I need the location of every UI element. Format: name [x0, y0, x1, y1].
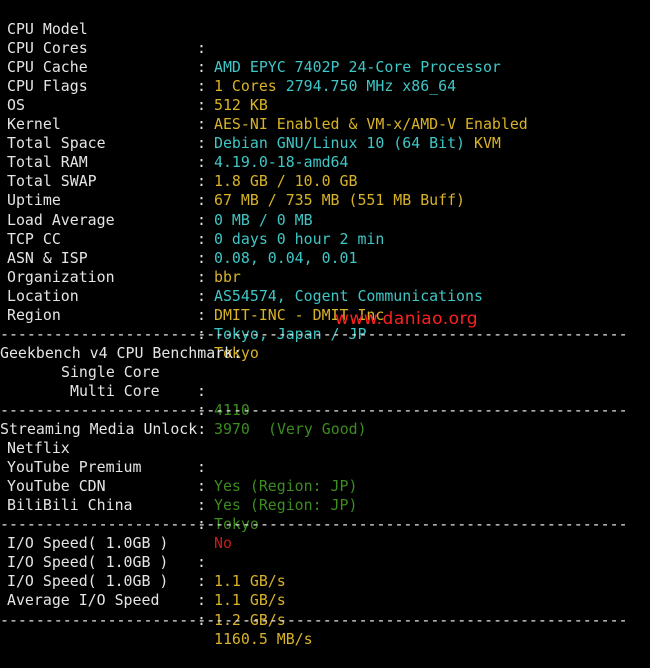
info-row-os: OS : Debian GNU/Linux 10 (64 Bit) KVM — [0, 77, 650, 152]
io-row: I/O Speed( 1.0GB ) : 1.2 GB/s — [0, 553, 650, 628]
streaming-row-youtube-cdn: YouTube CDN : Tokyo — [0, 458, 650, 533]
divider-text: ----------------------------------------… — [0, 610, 628, 629]
info-row-load-average: Load Average : 0.08, 0.04, 0.01 — [0, 191, 650, 267]
info-row-cpu-cache: CPU Cache : 512 KB — [0, 39, 650, 114]
streaming-row-youtube-premium: YouTube Premium : Yes (Region: JP) — [0, 439, 650, 514]
info-row-region: Region : Tokyo — [0, 287, 650, 362]
geekbench-single-row: Single Core : 4110 (Very Good) — [0, 344, 650, 438]
divider: ----------------------------------------… — [0, 496, 650, 533]
divider: ----------------------------------------… — [0, 591, 650, 629]
geekbench-section: Geekbench v4 CPU Benchmark: Single Core … — [0, 325, 650, 438]
io-row-average: Average I/O Speed : 1160.5 MB/s — [0, 572, 650, 647]
geekbench-title-row: Geekbench v4 CPU Benchmark: — [0, 325, 650, 362]
watermark-text: www.daniao.org — [335, 309, 479, 329]
info-row-tcp-cc: TCP CC : bbr — [0, 211, 650, 286]
info-row-asn-isp: ASN & ISP : AS54574, Cogent Communicatio… — [0, 230, 650, 305]
info-row-cpu-flags: CPU Flags : AES-NI Enabled & VM-x/AMD-V … — [0, 58, 650, 133]
info-row-cpu-cores: CPU Cores : 1 Cores 2794.750 MHz x86_64 — [0, 20, 650, 95]
io-section: I/O Speed( 1.0GB ) : 1.1 GB/s I/O Speed(… — [0, 515, 650, 647]
io-row: I/O Speed( 1.0GB ) : 1.1 GB/s — [0, 534, 650, 609]
info-row-kernel: Kernel : 4.19.0-18-amd64 — [0, 96, 650, 171]
terminal-output[interactable]: CPU Model : AMD EPYC 7402P 24-Core Proce… — [0, 1, 650, 648]
info-row-total-space: Total Space : 1.8 GB / 10.0 GB — [0, 115, 650, 190]
info-row-total-swap: Total SWAP : 0 MB / 0 MB — [0, 153, 650, 228]
info-row-location: Location : Tokyo, Japan / JP — [0, 268, 650, 343]
info-row-organization: Organization : DMIT-INC - DMIT Inc — [0, 249, 650, 324]
io-value: 1160.5 MB/s — [214, 629, 313, 648]
streaming-title-row: Streaming Media Unlock: — [0, 401, 650, 438]
divider: ----------------------------------------… — [0, 306, 650, 343]
info-row-cpu-model: CPU Model : AMD EPYC 7402P 24-Core Proce… — [0, 1, 650, 76]
streaming-row-netflix: Netflix : Yes (Region: JP) — [0, 420, 650, 495]
system-info-section: CPU Model : AMD EPYC 7402P 24-Core Proce… — [0, 1, 650, 362]
divider: ----------------------------------------… — [0, 382, 650, 419]
info-row-uptime: Uptime : 0 days 0 hour 2 min — [0, 172, 650, 247]
streaming-row-bilibili: BiliBili China : No — [0, 477, 650, 552]
info-row-total-ram: Total RAM : 67 MB / 735 MB (551 MB Buff) — [0, 134, 650, 209]
io-row: I/O Speed( 1.0GB ) : 1.1 GB/s — [0, 515, 650, 590]
geekbench-multi-row: Multi Core : 3970 — [0, 363, 650, 438]
streaming-section: Streaming Media Unlock: Netflix : Yes (R… — [0, 401, 650, 552]
